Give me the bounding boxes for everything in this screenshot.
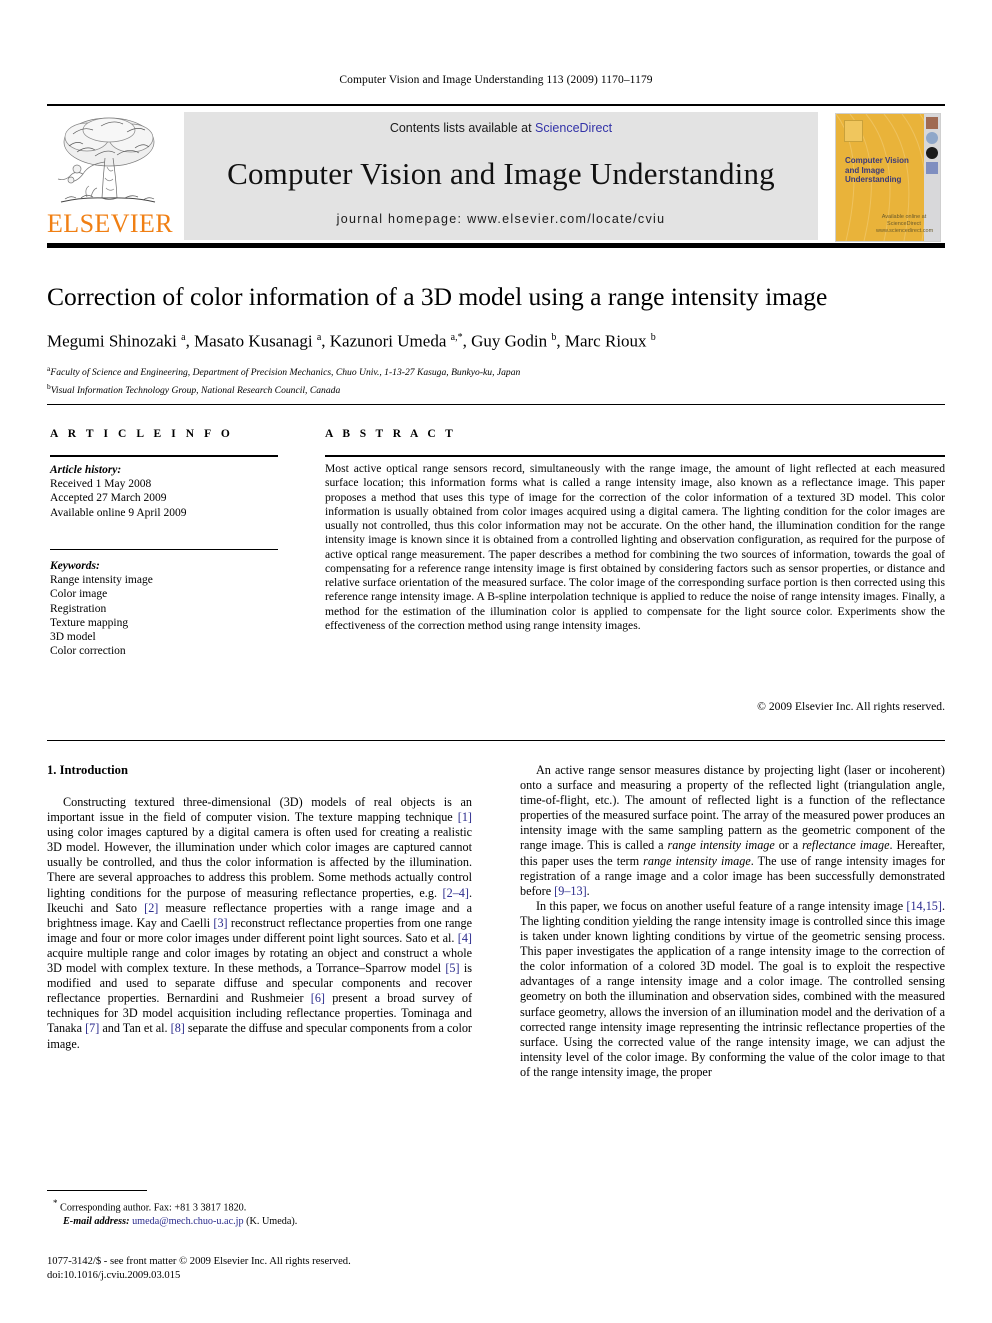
- cover-thumb-2: [926, 132, 938, 144]
- keywords-block: Keywords: Range intensity image Color im…: [50, 559, 278, 658]
- keyword-item: Registration: [50, 602, 107, 615]
- cover-thumb-3: [926, 147, 938, 159]
- keyword-item: Color image: [50, 588, 108, 601]
- header-rule-bottom: [47, 243, 945, 248]
- affiliation-text-a: Faculty of Science and Engineering, Depa…: [50, 367, 521, 379]
- footnote-block: * Corresponding author. Fax: +81 3 3817 …: [53, 1197, 473, 1228]
- rule-keywords: [50, 549, 278, 550]
- email-owner: (K. Umeda).: [246, 1215, 298, 1227]
- keywords-label: Keywords:: [50, 560, 100, 572]
- cover-thumb-1: [926, 117, 938, 129]
- sciencedirect-link[interactable]: ScienceDirect: [535, 121, 612, 135]
- rule-abstract: [325, 455, 945, 457]
- contents-prefix: Contents lists available at: [389, 121, 536, 135]
- history-item: Received 1 May 2008: [50, 478, 152, 491]
- journal-title: Computer Vision and Image Understanding: [227, 156, 775, 191]
- affiliation-text-b: Visual Information Technology Group, Nat…: [50, 384, 341, 396]
- article-history: Article history: Received 1 May 2008 Acc…: [50, 463, 278, 520]
- corresponding-author-note: * Corresponding author. Fax: +81 3 3817 …: [53, 1197, 473, 1215]
- journal-masthead: ELSEVIER Contents lists available at Sci…: [47, 109, 945, 243]
- journal-cover-thumbnail: Computer Vision and Image Understanding …: [829, 109, 945, 243]
- running-head: Computer Vision and Image Understanding …: [339, 74, 653, 86]
- issn-line: 1077-3142/$ - see front matter © 2009 El…: [47, 1256, 351, 1267]
- doi-line: doi:10.1016/j.cviu.2009.03.015: [47, 1269, 181, 1281]
- article-history-label: Article history:: [50, 464, 122, 476]
- affiliation-a: aFaculty of Science and Engineering, Dep…: [47, 362, 945, 380]
- email-label: E-mail address:: [63, 1215, 130, 1227]
- email-note: E-mail address: umeda@mech.chuo-u.ac.jp …: [53, 1215, 473, 1228]
- abstract-heading: A B S T R A C T: [325, 428, 457, 440]
- affiliation-b: bVisual Information Technology Group, Na…: [47, 380, 945, 398]
- section-heading-introduction: 1. Introduction: [47, 763, 128, 777]
- affiliations: aFaculty of Science and Engineering, Dep…: [47, 362, 945, 397]
- corresponding-author-text: Corresponding author. Fax: +81 3 3817 18…: [60, 1202, 247, 1214]
- cover-footer-text: Available online at ScienceDirect www.sc…: [876, 214, 934, 234]
- keyword-item: Texture mapping: [50, 616, 129, 629]
- imprint-block: 1077-3142/$ - see front matter © 2009 El…: [47, 1255, 477, 1282]
- contents-available-line: Contents lists available at ScienceDirec…: [184, 121, 818, 135]
- rule-above-info: [47, 404, 945, 405]
- journal-homepage[interactable]: journal homepage: www.elsevier.com/locat…: [184, 212, 818, 226]
- elsevier-wordmark: ELSEVIER: [47, 209, 173, 238]
- rule-below-abstract: [47, 740, 945, 741]
- paper-page: Computer Vision and Image Understanding …: [0, 0, 992, 1323]
- journal-title-band: Contents lists available at ScienceDirec…: [184, 112, 818, 240]
- header-rule-top: [47, 104, 945, 106]
- abstract-text: Most active optical range sensors record…: [325, 462, 945, 632]
- body-column-left: Constructing textured three-dimensional …: [47, 795, 473, 1051]
- body-column-right: An active range sensor measures distance…: [520, 763, 946, 1079]
- abstract-copyright: © 2009 Elsevier Inc. All rights reserved…: [757, 700, 945, 713]
- history-item: Accepted 27 March 2009: [50, 492, 167, 505]
- author-list: Megumi Shinozaki a, Masato Kusanagi a, K…: [47, 331, 656, 351]
- cover-title: Computer Vision and Image Understanding: [845, 156, 909, 184]
- page-title: Correction of color information of a 3D …: [47, 282, 828, 311]
- keyword-item: Range intensity image: [50, 574, 153, 587]
- cover-thumb-4: [926, 162, 938, 174]
- history-item: Available online 9 April 2009: [50, 506, 187, 519]
- keyword-item: 3D model: [50, 631, 96, 644]
- rule-article-info: [50, 455, 278, 457]
- article-info-heading: A R T I C L E I N F O: [50, 428, 234, 440]
- footnote-rule: [47, 1190, 147, 1191]
- asterisk-icon: *: [53, 1198, 58, 1208]
- elsevier-logo: ELSEVIER: [47, 112, 173, 240]
- email-link[interactable]: umeda@mech.chuo-u.ac.jp: [132, 1216, 244, 1227]
- cover-inner: Computer Vision and Image Understanding …: [835, 113, 941, 242]
- cover-elsevier-mark: [844, 120, 863, 142]
- keyword-item: Color correction: [50, 645, 126, 658]
